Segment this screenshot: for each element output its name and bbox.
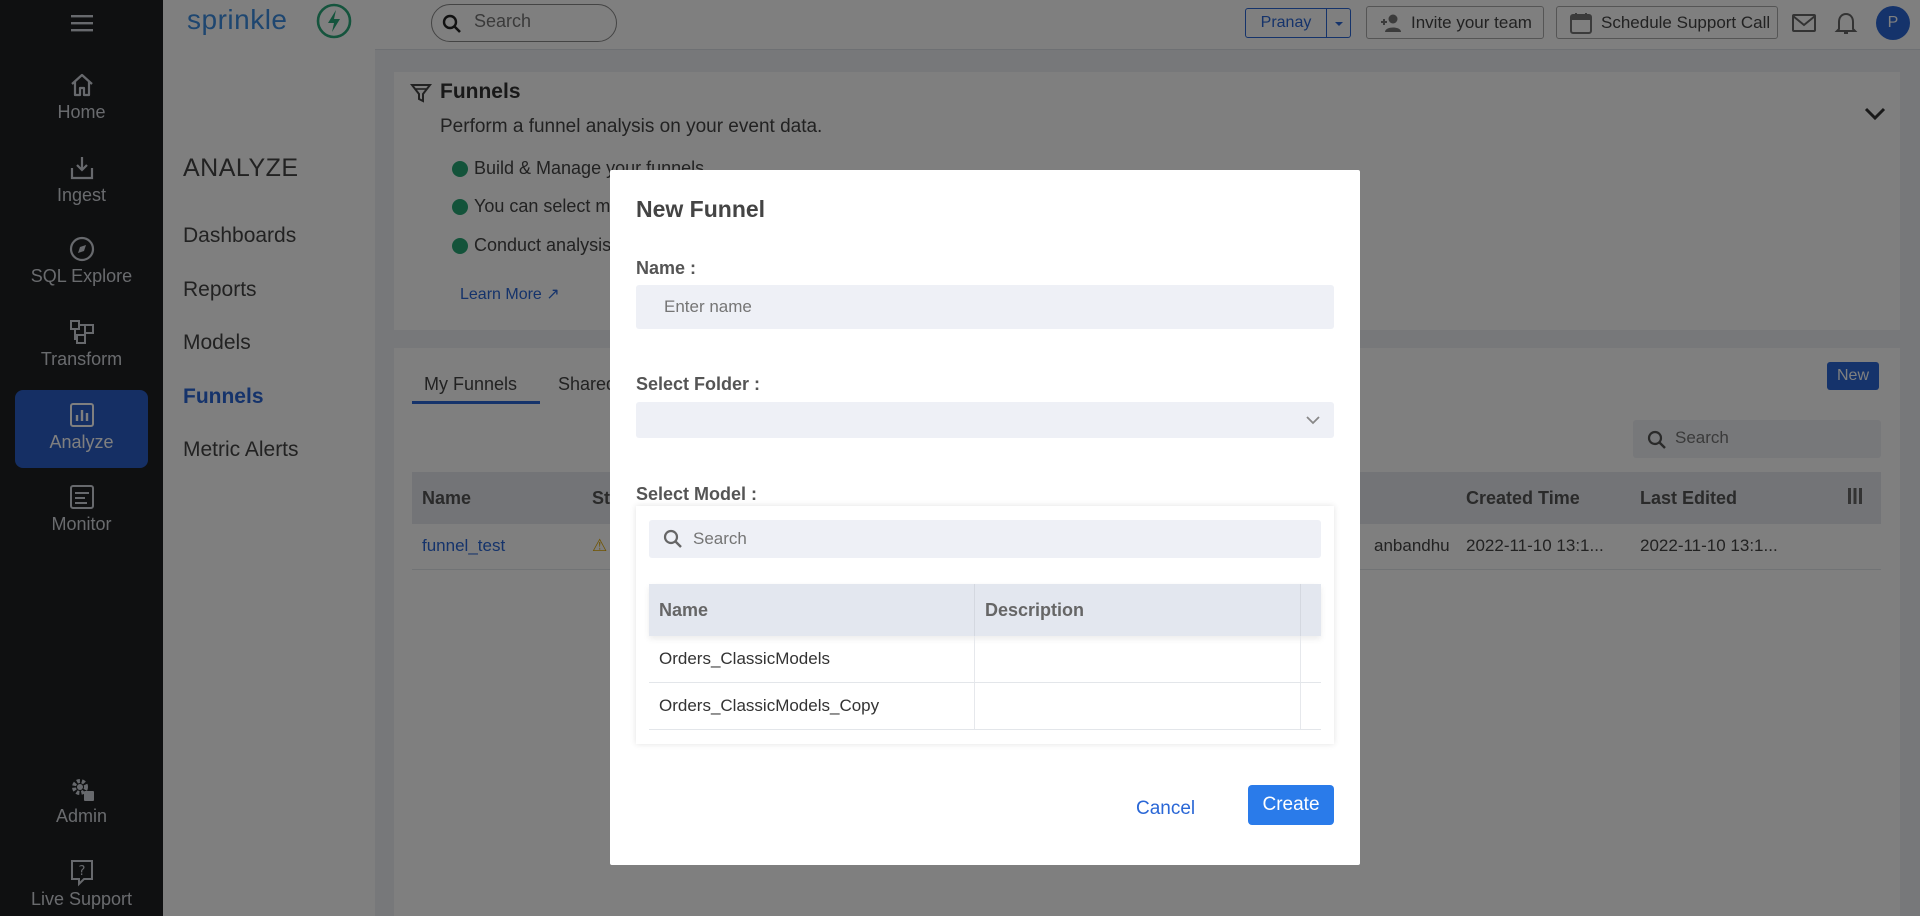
cell-divider [974, 636, 975, 682]
model-picker: Name Description Orders_ClassicModels Or… [636, 506, 1334, 744]
search-icon [663, 529, 683, 549]
cell-divider [1300, 636, 1301, 682]
column-divider[interactable] [974, 584, 975, 636]
model-column-name[interactable]: Name [659, 600, 708, 621]
cell-divider [974, 683, 975, 729]
model-name-cell: Orders_ClassicModels [659, 649, 830, 668]
chevron-down-icon [1304, 412, 1322, 428]
model-label: Select Model : [636, 484, 758, 504]
model-column-description[interactable]: Description [985, 600, 1084, 621]
model-search-input[interactable] [693, 529, 1273, 549]
model-table-header: Name Description [649, 584, 1321, 636]
model-row[interactable]: Orders_ClassicModels [649, 636, 1321, 683]
create-button[interactable]: Create [1248, 785, 1334, 825]
column-divider[interactable] [1300, 584, 1301, 636]
model-name-cell: Orders_ClassicModels_Copy [659, 696, 880, 715]
cancel-button[interactable]: Cancel [1136, 798, 1195, 820]
name-field[interactable] [636, 285, 1334, 329]
name-input[interactable] [664, 297, 1264, 317]
folder-select[interactable] [636, 402, 1334, 438]
model-row[interactable]: Orders_ClassicModels_Copy [649, 683, 1321, 730]
new-funnel-dialog: New Funnel Name : Select Folder : Select… [610, 170, 1360, 865]
folder-label: Select Folder : [636, 374, 761, 394]
name-label: Name : [636, 258, 697, 278]
dialog-title: New Funnel [636, 196, 766, 222]
model-search[interactable] [649, 520, 1321, 558]
cell-divider [1300, 683, 1301, 729]
